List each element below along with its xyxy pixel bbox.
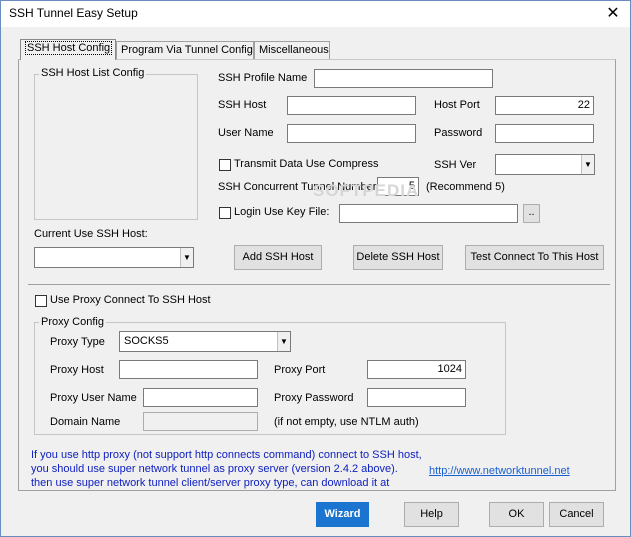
current-host-label: Current Use SSH Host: bbox=[34, 228, 148, 240]
ssh-profile-name-field[interactable] bbox=[314, 69, 493, 88]
ssh-ver-select[interactable]: ▼ bbox=[495, 154, 595, 175]
domain-name-label: Domain Name bbox=[50, 416, 121, 428]
use-proxy-label: Use Proxy Connect To SSH Host bbox=[50, 294, 211, 306]
compress-checkbox[interactable] bbox=[219, 159, 231, 171]
proxy-host-label: Proxy Host bbox=[50, 364, 104, 376]
ssh-host-label: SSH Host bbox=[218, 99, 267, 111]
use-proxy-checkbox[interactable] bbox=[35, 295, 47, 307]
proxy-user-label: Proxy User Name bbox=[50, 392, 137, 404]
ssh-host-list[interactable] bbox=[34, 74, 198, 220]
user-name-label: User Name bbox=[218, 127, 274, 139]
tab-program-via-tunnel[interactable]: Program Via Tunnel Config bbox=[116, 41, 254, 59]
recommend-text: (Recommend 5) bbox=[426, 181, 505, 193]
keyfile-field[interactable] bbox=[339, 204, 518, 223]
add-ssh-host-button[interactable]: Add SSH Host bbox=[234, 245, 322, 270]
browse-keyfile-button[interactable]: .. bbox=[523, 204, 540, 223]
title-bar: SSH Tunnel Easy Setup ✕ bbox=[1, 1, 630, 27]
user-name-field[interactable] bbox=[287, 124, 416, 143]
chevron-down-icon: ▼ bbox=[180, 248, 193, 267]
wizard-button[interactable]: Wizard bbox=[316, 502, 369, 527]
ssh-profile-name-label: SSH Profile Name bbox=[218, 72, 308, 84]
tab-label: SSH Host Config bbox=[25, 41, 113, 55]
networktunnel-link[interactable]: http://www.networktunnel.net bbox=[429, 465, 570, 477]
dialog-window: SSH Tunnel Easy Setup ✕ SSH Host Config … bbox=[0, 0, 631, 537]
delete-ssh-host-button[interactable]: Delete SSH Host bbox=[353, 245, 443, 270]
proxy-type-select[interactable]: SOCKS5 ▼ bbox=[119, 331, 291, 352]
tab-ssh-host-config[interactable]: SSH Host Config bbox=[20, 39, 116, 60]
info-line-2: you should use super network tunnel as p… bbox=[31, 463, 398, 475]
cancel-button[interactable]: Cancel bbox=[549, 502, 604, 527]
ssh-host-field[interactable] bbox=[287, 96, 416, 115]
keyfile-label: Login Use Key File: bbox=[234, 206, 330, 218]
proxy-port-label: Proxy Port bbox=[274, 364, 326, 376]
ok-button[interactable]: OK bbox=[489, 502, 544, 527]
ssh-ver-label: SSH Ver bbox=[434, 159, 477, 171]
ssh-host-list-label: SSH Host List Config bbox=[39, 67, 147, 79]
separator bbox=[28, 284, 610, 285]
chevron-down-icon: ▼ bbox=[581, 155, 594, 174]
host-port-label: Host Port bbox=[434, 99, 480, 111]
proxy-password-label: Proxy Password bbox=[274, 392, 354, 404]
proxy-type-value: SOCKS5 bbox=[124, 335, 169, 347]
tab-miscellaneous[interactable]: Miscellaneous bbox=[254, 41, 330, 59]
info-line-3: then use super network tunnel client/ser… bbox=[31, 477, 390, 489]
password-field[interactable] bbox=[495, 124, 594, 143]
help-button[interactable]: Help bbox=[404, 502, 459, 527]
chevron-down-icon: ▼ bbox=[277, 332, 290, 351]
password-label: Password bbox=[434, 127, 483, 139]
info-line-1: If you use http proxy (not support http … bbox=[31, 449, 422, 461]
host-port-field[interactable]: 22 bbox=[495, 96, 594, 115]
proxy-port-field[interactable]: 1024 bbox=[367, 360, 466, 379]
proxy-host-field[interactable] bbox=[119, 360, 258, 379]
domain-name-field[interactable] bbox=[143, 412, 258, 431]
test-connect-button[interactable]: Test Connect To This Host bbox=[465, 245, 604, 270]
proxy-user-field[interactable] bbox=[143, 388, 258, 407]
close-button[interactable]: ✕ bbox=[596, 1, 630, 27]
softpedia-watermark: SOFTPEDIA bbox=[313, 181, 420, 200]
proxy-config-label: Proxy Config bbox=[39, 316, 106, 328]
proxy-type-label: Proxy Type bbox=[50, 336, 105, 348]
proxy-password-field[interactable] bbox=[367, 388, 466, 407]
keyfile-checkbox[interactable] bbox=[219, 207, 231, 219]
current-host-select[interactable]: ▼ bbox=[34, 247, 194, 268]
ntlm-note: (if not empty, use NTLM auth) bbox=[274, 416, 419, 428]
compress-label: Transmit Data Use Compress bbox=[234, 158, 379, 170]
window-title: SSH Tunnel Easy Setup bbox=[9, 6, 138, 20]
